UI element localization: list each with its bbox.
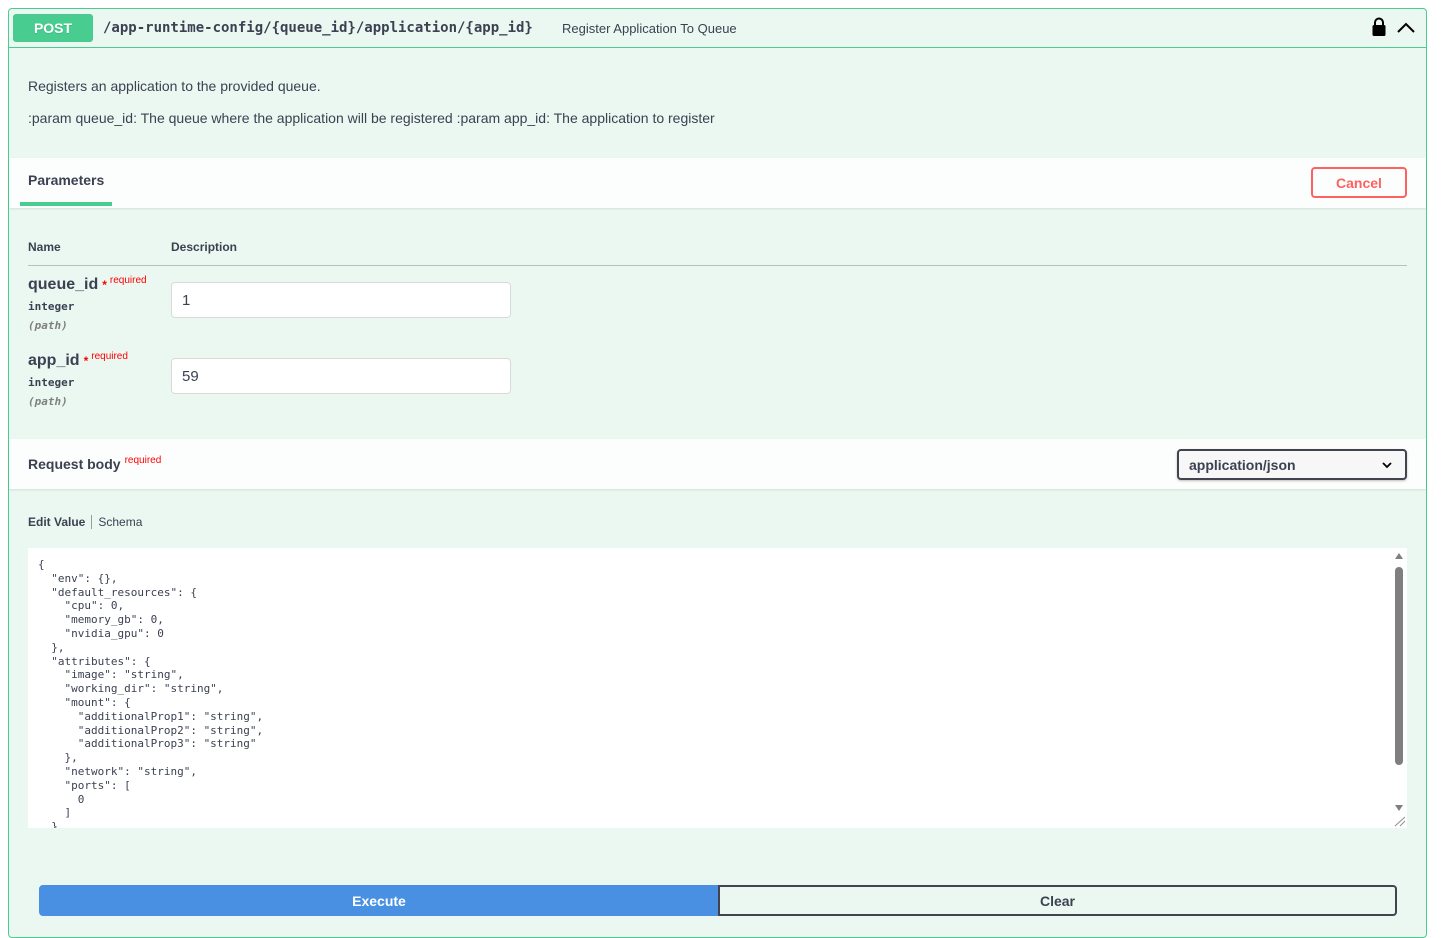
- request-body-editor[interactable]: { "env": {}, "default_resources": { "cpu…: [28, 548, 1407, 828]
- param-type: integer: [28, 376, 75, 389]
- resize-handle-icon[interactable]: [1392, 815, 1406, 827]
- tab-parameters[interactable]: Parameters: [20, 158, 112, 206]
- parameters-header: Parameters Cancel: [9, 158, 1426, 208]
- content-type-select[interactable]: application/json: [1177, 449, 1407, 480]
- scroll-thumb[interactable]: [1395, 567, 1403, 765]
- app-id-input[interactable]: [171, 358, 511, 394]
- clear-button[interactable]: Clear: [718, 885, 1397, 916]
- description-line: :param queue_id: The queue where the app…: [28, 110, 715, 126]
- param-name-label: queue_id: [28, 276, 99, 293]
- tab-edit-value[interactable]: Edit Value: [28, 515, 85, 529]
- table-divider: [28, 265, 1407, 266]
- endpoint-path: /app-runtime-config/{queue_id}/applicati…: [103, 20, 533, 36]
- editor-scrollbar[interactable]: [1392, 552, 1406, 814]
- description-line: Registers an application to the provided…: [28, 78, 321, 94]
- param-type: integer: [28, 300, 75, 313]
- method-badge: POST: [13, 14, 93, 42]
- content-type-value: application/json: [1189, 456, 1296, 473]
- tab-divider: [91, 515, 93, 529]
- operation-description: Registers an application to the provided…: [28, 78, 715, 142]
- required-star: *: [102, 278, 107, 292]
- request-body-header: Request body required application/json: [9, 439, 1426, 489]
- operation-summary-text: Register Application To Queue: [562, 21, 737, 36]
- required-star: *: [83, 354, 89, 368]
- required-label: required: [109, 275, 147, 286]
- request-body-title: Request body required: [28, 455, 162, 472]
- required-label: required: [91, 351, 128, 362]
- queue-id-input[interactable]: [171, 282, 511, 318]
- param-name-label: app_id: [28, 352, 80, 369]
- required-label: required: [124, 455, 162, 466]
- operation-summary[interactable]: POST /app-runtime-config/{queue_id}/appl…: [9, 9, 1426, 48]
- tab-schema[interactable]: Schema: [98, 515, 142, 529]
- cancel-button[interactable]: Cancel: [1311, 167, 1407, 198]
- request-body-title-label: Request body: [28, 456, 121, 472]
- param-location: (path): [28, 395, 68, 408]
- chevron-up-icon[interactable]: [1395, 17, 1417, 39]
- scroll-down-arrow-icon[interactable]: [1394, 804, 1404, 812]
- column-header-description: Description: [171, 240, 238, 254]
- param-name-app-id: app_id * required: [28, 351, 128, 370]
- column-header-name: Name: [28, 240, 61, 254]
- lock-icon[interactable]: [1371, 17, 1387, 37]
- operation-block: POST /app-runtime-config/{queue_id}/appl…: [8, 8, 1427, 938]
- request-body-code[interactable]: { "env": {}, "default_resources": { "cpu…: [38, 558, 263, 828]
- execute-button[interactable]: Execute: [39, 885, 719, 916]
- scroll-up-arrow-icon[interactable]: [1394, 552, 1404, 560]
- param-name-queue-id: queue_id * required: [28, 275, 147, 294]
- chevron-down-icon: [1382, 462, 1392, 469]
- param-location: (path): [28, 319, 68, 332]
- body-tabs: Edit Value Schema: [28, 515, 142, 529]
